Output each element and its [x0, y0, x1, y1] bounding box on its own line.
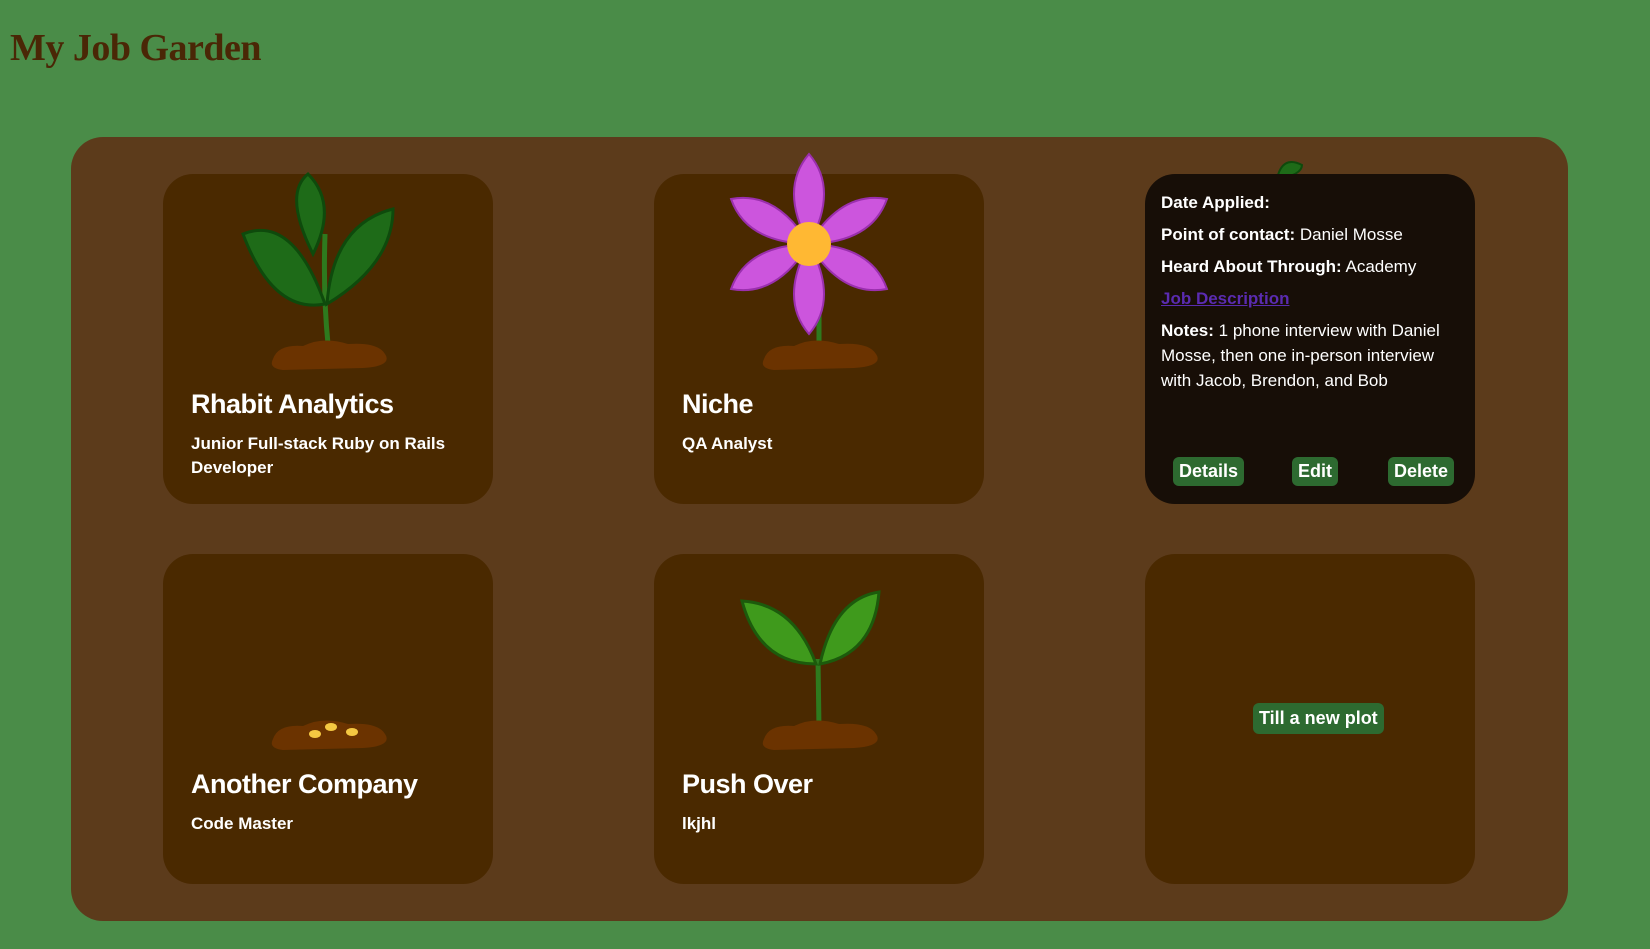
- heard-about-row: Heard About Through: Academy: [1161, 254, 1459, 279]
- plot-job-title: QA Analyst: [682, 434, 773, 453]
- notes-row: Notes: 1 phone interview with Daniel Mos…: [1161, 318, 1459, 393]
- date-applied-row: Date Applied:: [1161, 190, 1459, 215]
- garden-grid: Rhabit Analytics Junior Full-stack Ruby …: [71, 137, 1568, 921]
- heard-about-value: Academy: [1345, 257, 1417, 276]
- notes-label: Notes:: [1161, 321, 1214, 340]
- job-description-link[interactable]: Job Description: [1161, 286, 1289, 311]
- plot-job-title: Code Master: [191, 814, 294, 833]
- job-plot-card[interactable]: Push Over lkjhl: [654, 554, 984, 884]
- job-plot-card[interactable]: Rhabit Analytics Junior Full-stack Ruby …: [163, 171, 493, 504]
- job-plot-card[interactable]: Another Company Code Master: [163, 554, 493, 884]
- plot-company-name: Rhabit Analytics: [191, 389, 394, 419]
- sprout-icon: [740, 590, 881, 750]
- seeds-icon: [271, 720, 387, 750]
- contact-label: Point of contact:: [1161, 225, 1296, 244]
- flower-icon: [729, 152, 889, 370]
- app-title: My Job Garden: [10, 27, 262, 69]
- plot-company-name: Niche: [682, 389, 754, 419]
- date-applied-label: Date Applied:: [1161, 193, 1270, 212]
- leafy-plant-icon: [241, 171, 395, 370]
- plot-job-title: Junior Full-stack Ruby on Rails Develope…: [191, 434, 446, 477]
- delete-button[interactable]: Delete: [1388, 457, 1455, 486]
- contact-value: Daniel Mosse: [1299, 225, 1403, 244]
- new-plot-card: Till a new plot: [1145, 554, 1475, 884]
- edit-button[interactable]: Edit: [1292, 457, 1338, 486]
- job-plot-card[interactable]: Niche QA Analyst: [654, 152, 984, 504]
- contact-row: Point of contact: Daniel Mosse: [1161, 222, 1459, 247]
- details-button[interactable]: Details: [1173, 457, 1245, 486]
- job-details-card: Date Applied: Point of contact: Daniel M…: [1145, 174, 1475, 504]
- plot-company-name: Another Company: [191, 769, 418, 799]
- till-new-plot-button[interactable]: Till a new plot: [1253, 703, 1384, 734]
- heard-about-label: Heard About Through:: [1161, 257, 1342, 276]
- plot-job-title: lkjhl: [682, 814, 717, 833]
- plot-company-name: Push Over: [682, 769, 813, 799]
